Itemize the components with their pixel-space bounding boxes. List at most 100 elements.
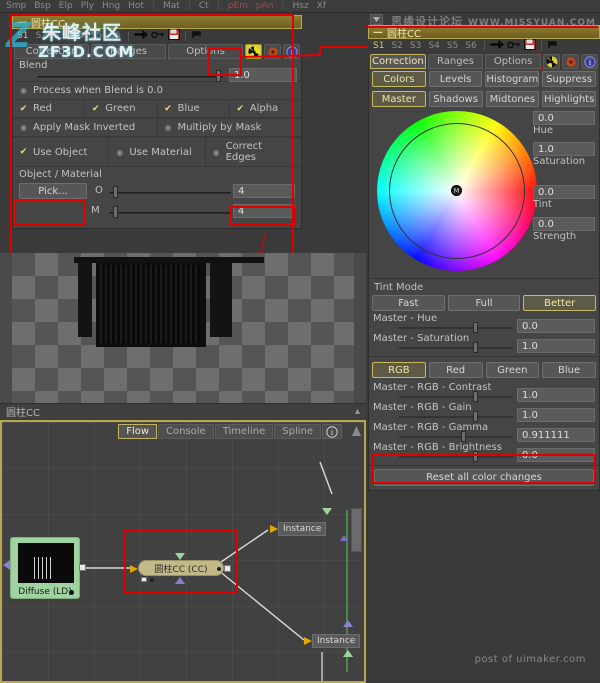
- state-button-s6[interactable]: S6: [107, 31, 122, 41]
- mode-button-midtones[interactable]: Midtones: [485, 91, 540, 107]
- rgb-contrast-row[interactable]: Master - RGB - Contrast 1.0: [369, 382, 599, 402]
- tab-ranges[interactable]: Ranges: [91, 44, 166, 59]
- state-button-s3[interactable]: S3: [52, 31, 67, 41]
- checkbox-process-when-blend[interactable]: ◉ Process when Blend is 0.0: [13, 82, 301, 99]
- node-mask-input-icon[interactable]: [3, 560, 10, 570]
- node-input-arrow-icon[interactable]: [304, 637, 312, 645]
- node-output-port[interactable]: [79, 564, 86, 571]
- blend-value-field[interactable]: 1.0: [229, 68, 297, 82]
- rgb-brightness-thumb[interactable]: [473, 451, 478, 462]
- rgb-contrast-thumb[interactable]: [473, 391, 478, 402]
- menu-item-hsz[interactable]: Hsz: [289, 1, 313, 11]
- radioactive-icon[interactable]: [245, 44, 262, 59]
- master-saturation-thumb[interactable]: [473, 342, 478, 353]
- rgb-gamma-value[interactable]: 0.911111: [517, 428, 595, 442]
- color-wheel[interactable]: M: [377, 111, 537, 271]
- checkbox-apply-mask-inverted[interactable]: ◉ Apply Mask Inverted: [13, 119, 158, 136]
- rgb-tab-rgb[interactable]: RGB: [372, 362, 426, 378]
- master-saturation-row[interactable]: Master - Saturation 1.0: [369, 333, 599, 353]
- arrow-right-icon[interactable]: [134, 29, 148, 43]
- rgb-brightness-value[interactable]: 0.0: [517, 448, 595, 462]
- checkbox-use-material[interactable]: ◉ Use Material: [109, 138, 206, 166]
- pick-button[interactable]: Pick...: [19, 183, 87, 199]
- mode-button-histogram[interactable]: Histogram: [485, 71, 540, 87]
- state-button-s5[interactable]: S5: [89, 31, 104, 41]
- mode-button-levels[interactable]: Levels: [428, 71, 483, 87]
- reset-all-color-changes-button[interactable]: Reset all color changes: [374, 469, 594, 486]
- menu-item-ply[interactable]: Ply: [77, 1, 98, 11]
- object-slider-row[interactable]: Pick... O 4: [13, 180, 301, 202]
- info-icon[interactable]: i: [283, 44, 300, 59]
- checkbox-alpha[interactable]: ✔ Alpha: [230, 100, 301, 117]
- node-output-port[interactable]: [224, 565, 231, 572]
- material-value-field[interactable]: 4: [233, 204, 295, 218]
- arrow-right-icon[interactable]: [490, 39, 504, 53]
- tint-mode-fast[interactable]: Fast: [372, 295, 445, 311]
- tab-ranges[interactable]: Ranges: [427, 54, 484, 69]
- saturation-field[interactable]: 1.0: [533, 142, 595, 156]
- menu-item-mat[interactable]: Mat: [159, 1, 184, 11]
- object-slider-rail[interactable]: [109, 192, 231, 194]
- checkbox-multiply-by-mask[interactable]: ◉ Multiply by Mask: [158, 119, 302, 136]
- state-button-s1[interactable]: S1: [15, 31, 30, 41]
- info-icon[interactable]: i: [581, 54, 599, 69]
- flow-node-editor[interactable]: Flow Console Timeline Spline i Diffuse (…: [0, 420, 366, 683]
- key-icon[interactable]: [506, 39, 521, 53]
- menu-item-hot[interactable]: Hot: [124, 1, 148, 11]
- pin-icon[interactable]: [191, 29, 205, 43]
- save-icon[interactable]: [167, 29, 180, 43]
- state-button-s6[interactable]: S6: [463, 41, 478, 51]
- flow-scroll-up-icon[interactable]: [351, 424, 362, 438]
- blend-slider-rail[interactable]: [37, 76, 223, 78]
- save-icon[interactable]: [523, 39, 536, 53]
- menu-item-pem[interactable]: pEm: [224, 1, 252, 11]
- menu-item-elp[interactable]: Elp: [55, 1, 77, 11]
- mode-button-shadows[interactable]: Shadows: [428, 91, 483, 107]
- node-input-arrow-icon[interactable]: [270, 525, 278, 533]
- rgb-tab-green[interactable]: Green: [485, 362, 540, 378]
- image-viewer[interactable]: [0, 253, 366, 403]
- node-top-connector-icon[interactable]: [175, 553, 185, 560]
- mode-button-highlights[interactable]: Highlights: [542, 91, 596, 107]
- material-slider-rail[interactable]: [109, 212, 231, 214]
- rgb-brightness-row[interactable]: Master - RGB - Brightness 0.0: [369, 442, 599, 462]
- chevron-down-icon[interactable]: [370, 13, 383, 25]
- node-small-port[interactable]: [141, 577, 147, 582]
- key-icon[interactable]: [150, 29, 165, 43]
- rgb-contrast-value[interactable]: 1.0: [517, 388, 595, 402]
- rgb-gain-thumb[interactable]: [473, 411, 478, 422]
- mode-button-master[interactable]: Master: [372, 91, 426, 107]
- checkbox-red[interactable]: ✔ Red: [13, 100, 86, 117]
- menu-item-smp[interactable]: Smp: [2, 1, 30, 11]
- node-top-connector-icon[interactable]: [343, 620, 353, 627]
- master-saturation-value[interactable]: 1.0: [517, 339, 595, 353]
- master-hue-rail[interactable]: [399, 327, 513, 329]
- node-bottom-connector-icon[interactable]: [175, 577, 185, 584]
- rgb-gain-row[interactable]: Master - RGB - Gain 1.0: [369, 402, 599, 422]
- master-hue-row[interactable]: Master - Hue 0.0: [369, 313, 599, 333]
- strength-field[interactable]: 0.0: [533, 217, 595, 231]
- collapse-icon[interactable]: —: [17, 17, 27, 28]
- node-input-arrow-icon[interactable]: [130, 565, 138, 573]
- tab-options[interactable]: Options: [168, 44, 243, 59]
- flow-scrollbar-thumb[interactable]: [351, 508, 362, 552]
- radioactive-icon[interactable]: [543, 54, 561, 69]
- rgb-gain-value[interactable]: 1.0: [517, 408, 595, 422]
- checkbox-correct-edges[interactable]: ◉ Correct Edges: [206, 138, 301, 166]
- rgb-gamma-row[interactable]: Master - RGB - Gamma 0.911111: [369, 422, 599, 442]
- state-button-s3[interactable]: S3: [408, 41, 423, 51]
- pin-icon[interactable]: [547, 39, 561, 53]
- object-slider-thumb[interactable]: [113, 186, 118, 198]
- object-value-field[interactable]: 4: [233, 184, 295, 198]
- tab-options[interactable]: Options: [485, 54, 542, 69]
- node-color-correct[interactable]: 圆柱CC (CC): [130, 553, 231, 584]
- tab-correction[interactable]: Correction: [370, 54, 426, 69]
- hue-field[interactable]: 0.0: [533, 111, 595, 125]
- menu-item-ct[interactable]: Ct: [195, 1, 213, 11]
- checkbox-green[interactable]: ✔ Green: [85, 100, 158, 117]
- color-wheel-handle[interactable]: M: [451, 185, 462, 196]
- state-button-s4[interactable]: S4: [426, 41, 441, 51]
- node-instance-lower[interactable]: Instance: [312, 634, 361, 648]
- gear-icon[interactable]: [562, 54, 580, 69]
- state-button-s5[interactable]: S5: [445, 41, 460, 51]
